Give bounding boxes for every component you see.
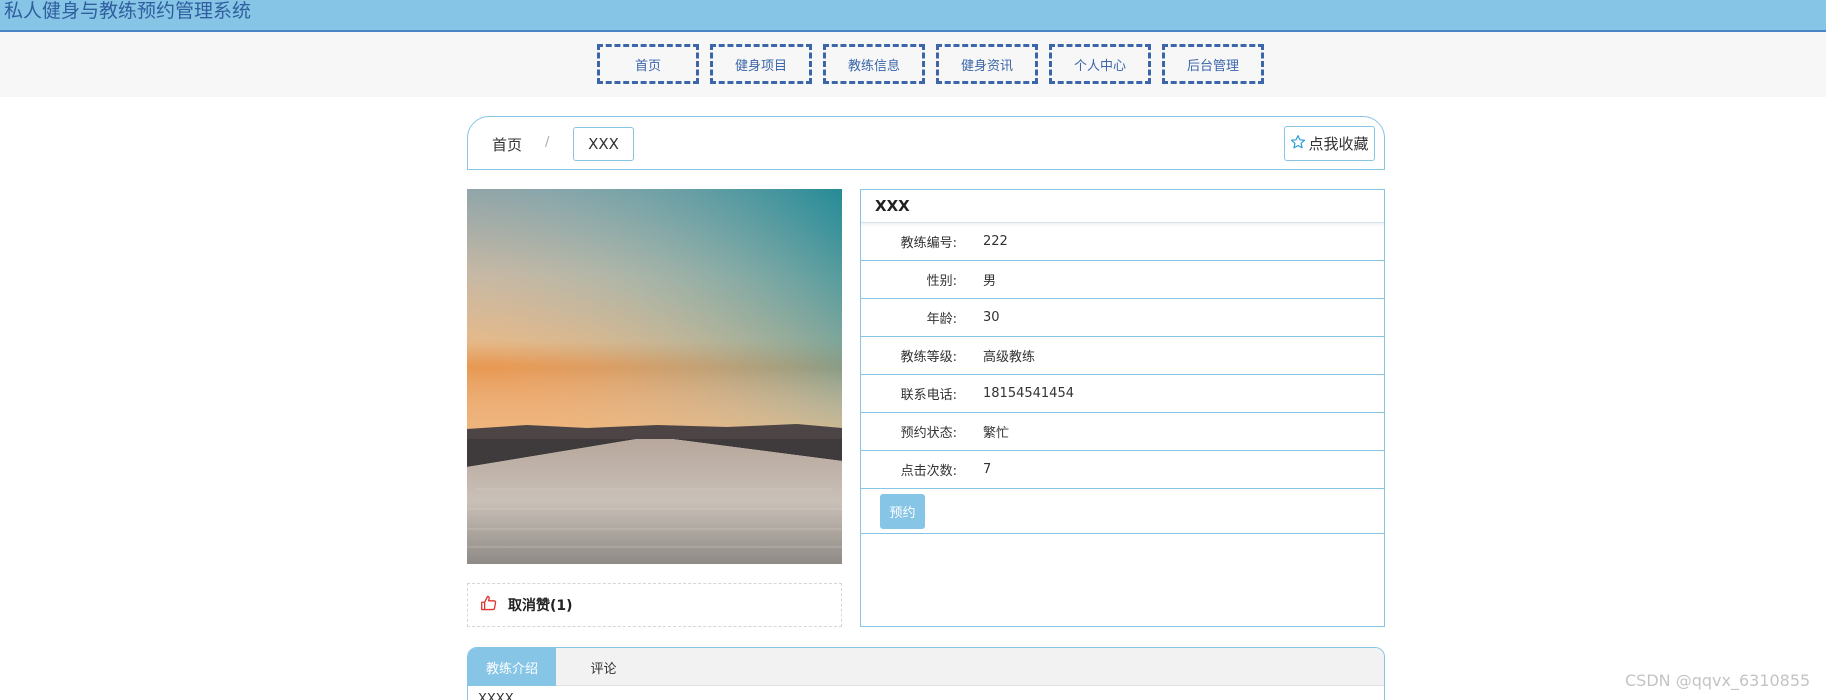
- nav-item-coach-info[interactable]: 教练信息: [823, 44, 925, 84]
- breadcrumb-bar: 首页 / XXX 点我收藏: [467, 116, 1385, 170]
- detail-value: 男: [983, 274, 997, 289]
- like-label: 取消赞(1): [508, 598, 573, 614]
- nav-band: 首页 健身项目 教练信息 健身资讯 个人中心 后台管理: [0, 32, 1826, 97]
- nav-item-fitness-projects[interactable]: 健身项目: [710, 44, 812, 84]
- favorite-label: 点我收藏: [1308, 135, 1369, 153]
- top-header-bar: 私人健身与教练预约管理系统: [0, 0, 1826, 32]
- detail-label: 联系电话:: [900, 388, 957, 403]
- tab-content: XXXX: [478, 692, 514, 700]
- detail-row-click-count: 点击次数: 7: [861, 451, 1384, 489]
- site-title: 私人健身与教练预约管理系统: [4, 0, 252, 22]
- book-button[interactable]: 预约: [880, 493, 925, 529]
- like-toggle[interactable]: 取消赞(1): [467, 583, 842, 627]
- detail-row-age: 年龄: 30: [861, 299, 1384, 337]
- main-nav: 首页 健身项目 教练信息 健身资讯 个人中心 后台管理: [597, 44, 1264, 84]
- favorite-button[interactable]: 点我收藏: [1284, 126, 1375, 161]
- detail-row-level: 教练等级: 高级教练: [861, 337, 1384, 375]
- detail-label: 性别:: [926, 274, 957, 289]
- nav-item-fitness-news[interactable]: 健身资讯: [936, 44, 1038, 84]
- tab-bar: 教练介绍 评论: [468, 648, 1384, 686]
- nav-item-personal-center[interactable]: 个人中心: [1049, 44, 1151, 84]
- detail-label: 点击次数:: [900, 464, 957, 479]
- watermark-text: CSDN @qqvx_6310855: [1625, 671, 1811, 690]
- booking-action-row: 预约: [861, 489, 1384, 534]
- detail-value: 222: [983, 234, 1008, 249]
- coach-name: XXX: [861, 190, 1384, 223]
- nav-item-admin[interactable]: 后台管理: [1162, 44, 1264, 84]
- detail-row-booking-status: 预约状态: 繁忙: [861, 413, 1384, 451]
- detail-row-coach-id: 教练编号: 222: [861, 223, 1384, 261]
- detail-label: 预约状态:: [900, 426, 957, 441]
- tabs-panel: 教练介绍 评论 XXXX: [467, 647, 1385, 700]
- detail-row-phone: 联系电话: 18154541454: [861, 375, 1384, 413]
- detail-value: 7: [983, 462, 992, 477]
- detail-label: 教练编号:: [900, 236, 957, 251]
- detail-value: 繁忙: [983, 426, 1010, 441]
- breadcrumb-separator: /: [545, 135, 550, 150]
- detail-row-gender: 性别: 男: [861, 261, 1384, 299]
- tab-comments[interactable]: 评论: [556, 648, 651, 686]
- detail-value: 30: [983, 310, 1000, 325]
- detail-label: 教练等级:: [900, 350, 957, 365]
- thumbs-up-icon: [480, 595, 498, 615]
- detail-value: 高级教练: [983, 350, 1036, 365]
- star-outline-icon: [1290, 134, 1308, 154]
- tab-coach-intro[interactable]: 教练介绍: [468, 648, 556, 686]
- coach-details-panel: XXX 教练编号: 222 性别: 男 年龄: 30 教练等级: 高级教练 联系…: [860, 189, 1385, 627]
- nav-item-home[interactable]: 首页: [597, 44, 699, 84]
- detail-label: 年龄:: [926, 312, 957, 327]
- breadcrumb-current[interactable]: XXX: [573, 127, 634, 161]
- breadcrumb-home-link[interactable]: 首页: [492, 134, 522, 155]
- detail-value: 18154541454: [983, 386, 1074, 401]
- coach-photo: [467, 189, 842, 564]
